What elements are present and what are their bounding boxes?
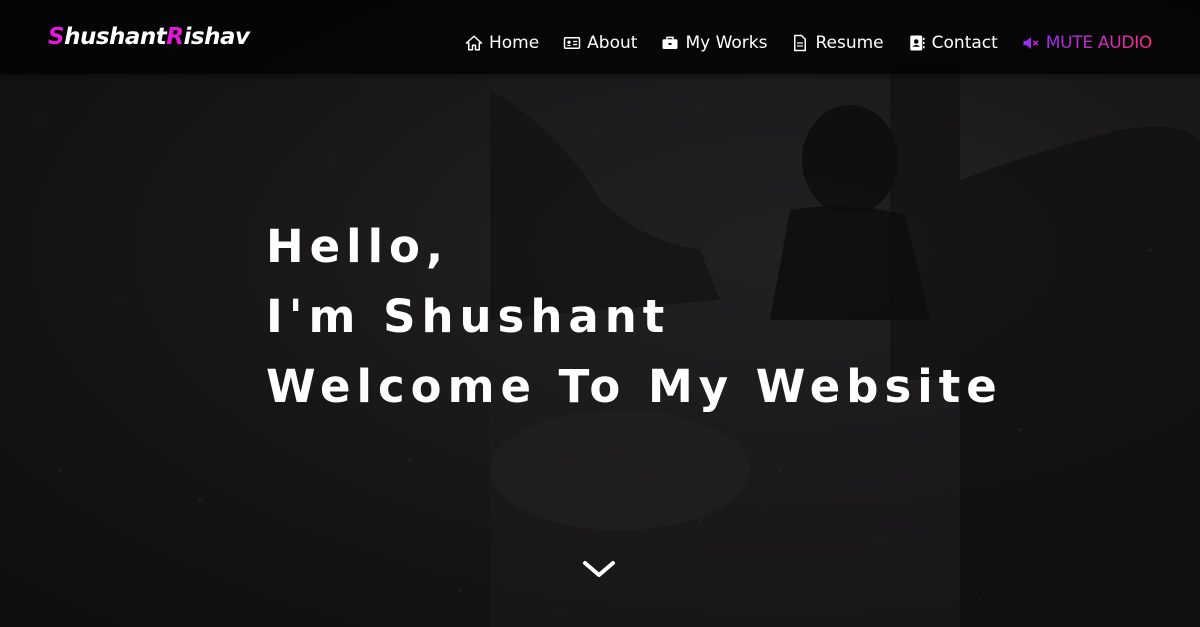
nav-contact[interactable]: Contact [908,33,998,53]
logo-last-rest: ishav [183,24,250,50]
nav-about-label: About [587,33,638,53]
hero-line-hello: Hello, [266,220,450,273]
id-card-icon [563,34,581,52]
landing-page: ShushantRishav Home About My Works Resum… [0,0,1200,627]
site-logo[interactable]: ShushantRishav [48,24,250,50]
address-book-icon [908,34,926,52]
nav-about[interactable]: About [563,33,637,53]
nav-my-works[interactable]: My Works [661,33,767,53]
chevron-down-icon [583,561,615,577]
nav-home[interactable]: Home [465,33,539,53]
mute-audio-button[interactable]: MUTE AUDIO [1022,33,1152,53]
logo-first-rest: hushant [64,24,167,50]
nav-home-label: Home [488,33,540,53]
mute-audio-label: MUTE AUDIO [1045,33,1153,53]
speaker-mute-icon [1022,34,1040,52]
home-icon [465,34,483,52]
hero-line-welcome: Welcome To My Website [266,360,1003,413]
logo-last-initial: R [166,24,184,50]
top-navbar: ShushantRishav Home About My Works Resum… [0,0,1200,74]
briefcase-icon [661,34,679,52]
logo-first-initial: S [48,24,65,50]
document-icon [791,34,809,52]
nav-contact-label: Contact [931,33,998,53]
nav-resume[interactable]: Resume [791,33,884,53]
scroll-down-button[interactable] [581,557,617,581]
hero-heading: Hello, I'm Shushant Welcome To My Websit… [266,212,1003,422]
nav-my-works-label: My Works [685,33,768,53]
nav-resume-label: Resume [815,33,884,53]
hero-line-name: I'm Shushant [266,290,671,343]
main-nav: Home About My Works Resume Contact MUTE … [465,0,1152,86]
